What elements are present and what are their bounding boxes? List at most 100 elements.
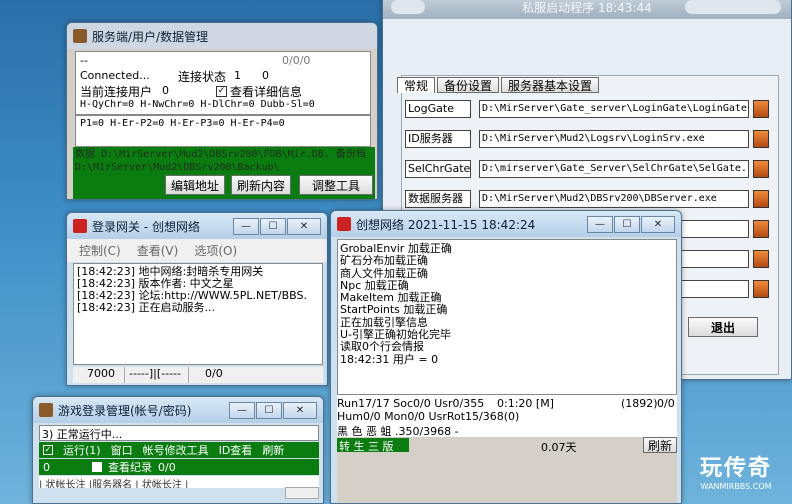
game-refresh-button[interactable]: 刷新 xyxy=(643,437,677,453)
launcher-row-toggle[interactable] xyxy=(753,190,769,208)
stat-run: Run17/17 Soc0/0 Usr0/355 xyxy=(337,397,485,410)
launcher-row-path[interactable]: D:\MirServer\Gate_server\LoginGate\Login… xyxy=(479,100,749,118)
status-count: 0/0 xyxy=(205,367,223,380)
status-bar: -----]|[----- xyxy=(125,367,189,383)
db-stats2: P1=0 H-Er-P2=0 H-Er-P3=0 H-Er-P4=0 xyxy=(75,115,371,147)
stat-version: 转 生 三 版 xyxy=(337,438,409,453)
watermark: 玩传奇 WANMIRBBS.COM xyxy=(686,450,786,500)
login-gate-status: 7000 -----]|[----- 0/0 xyxy=(73,367,323,383)
launcher-row-label: 数据服务器 xyxy=(405,190,471,208)
account-status: 3) 正常运行中... xyxy=(39,425,319,441)
login-gate-title: 登录网关 - 创想网络 xyxy=(92,219,200,234)
launcher-ctrl-right[interactable] xyxy=(685,0,781,14)
maximize-button[interactable]: ☐ xyxy=(260,217,286,235)
app-icon xyxy=(73,219,87,233)
db-status-panel: -- 0/0/0 Connected... 连接状态 1 0 当前连接用户 0 … xyxy=(75,51,371,115)
stat-ratio: 0/0 xyxy=(657,397,675,410)
launcher-row-label: SelChrGate xyxy=(405,160,471,178)
launcher-row-toggle[interactable] xyxy=(753,250,769,268)
record-value: 0/0 xyxy=(158,460,176,474)
watermark-title: 玩传奇 xyxy=(699,456,772,481)
game-stats-fill xyxy=(337,453,677,503)
launcher-row-toggle[interactable] xyxy=(753,130,769,148)
account-table-header: | 状帐长注 |服务器名 | 状帐长注 | xyxy=(39,476,319,488)
edit-address-button[interactable]: 编辑地址 xyxy=(165,175,225,195)
exit-button[interactable]: 退出 xyxy=(688,317,758,337)
launcher-row-label: LogGate xyxy=(405,100,471,118)
launcher-row-toggle[interactable] xyxy=(753,100,769,118)
run-checkbox[interactable]: ✓ xyxy=(43,445,53,455)
record-label: 查看纪录 xyxy=(108,461,152,474)
launcher-row: ID服务器 D:\MirServer\Mud2\Logsrv\LoginSrv.e… xyxy=(403,127,775,151)
app-icon xyxy=(337,217,351,231)
login-gate-titlebar[interactable]: 登录网关 - 创想网络 — ☐ ✕ xyxy=(67,213,327,239)
tab-server-basic[interactable]: 服务器基本设置 xyxy=(501,77,600,93)
window-menu[interactable]: 窗口 xyxy=(111,442,133,458)
adjust-tool-button[interactable]: 调整工具 xyxy=(299,175,373,195)
run-label[interactable]: 运行(1) xyxy=(63,442,101,458)
account-toolbar: ✓ 运行(1) 窗口 帐号修改工具 ID查看 刷新 xyxy=(39,442,319,458)
minimize-button[interactable]: — xyxy=(587,215,613,233)
launcher-row: 数据服务器 D:\MirServer\Mud2\DBSrv200\DBServer… xyxy=(403,187,775,211)
launcher-titlebar[interactable]: 私服启动程序 18:43:44 xyxy=(383,0,791,19)
launcher-row-toggle[interactable] xyxy=(753,220,769,238)
db-connected: Connected... xyxy=(80,69,150,82)
launcher-row-path[interactable]: D:\MirServer\Mud2\DBSrv200\DBServer.exe xyxy=(479,190,749,208)
game-log-line: 矿石分布加载正确 xyxy=(340,254,428,268)
game-log-line: 读取0个行会情报 xyxy=(340,340,424,354)
account-row: 0 查看纪录 0/0 xyxy=(39,459,319,475)
status-port: 7000 xyxy=(73,367,125,383)
close-button[interactable]: ✕ xyxy=(287,217,321,235)
record-checkbox[interactable] xyxy=(92,462,102,472)
account-scrollbar[interactable] xyxy=(285,487,319,499)
launcher-tabs: 常规 备份设置 服务器基本设置 xyxy=(397,77,600,93)
account-tool-menu[interactable]: 帐号修改工具 xyxy=(143,442,209,458)
game-stats: Run17/17 Soc0/0 Usr0/355 0:1:20 [M] (189… xyxy=(337,395,677,503)
menu-options[interactable]: 选项(O) xyxy=(194,242,237,259)
db-titlebar[interactable]: 服务端/用户/数据管理 xyxy=(67,23,377,49)
conn-state-a: 1 xyxy=(234,69,241,82)
launcher-row: LogGate D:\MirServer\Gate_server\LoginGat… xyxy=(403,97,775,121)
login-gate-menu: 控制(C) 查看(V) 选项(O) xyxy=(67,239,327,262)
tab-backup[interactable]: 备份设置 xyxy=(437,77,500,93)
maximize-button[interactable]: ☐ xyxy=(614,215,640,233)
db-green-text: 数据 D:\MirServer\Mud2\DBSrv200\FDB\Mir.DB… xyxy=(75,149,366,173)
login-gate-window: 登录网关 - 创想网络 — ☐ ✕ 控制(C) 查看(V) 选项(O) [18:42… xyxy=(66,212,328,386)
launcher-row-path[interactable]: D:\mirserver\Gate_Server\SelChrGate\SelG… xyxy=(479,160,749,178)
app-icon xyxy=(39,403,53,417)
watermark-subtitle: WANMIRBBS.COM xyxy=(700,482,772,491)
maximize-button[interactable]: ☐ xyxy=(256,401,282,419)
menu-control[interactable]: 控制(C) xyxy=(79,242,121,259)
minimize-button[interactable]: — xyxy=(229,401,255,419)
conn-state-b: 0 xyxy=(262,69,269,82)
detail-checkbox[interactable]: ✓ xyxy=(216,86,227,97)
db-dash: -- xyxy=(80,54,88,67)
launcher-row-path[interactable]: D:\MirServer\Mud2\Logsrv\LoginSrv.exe xyxy=(479,130,749,148)
db-green-panel: 数据 D:\MirServer\Mud2\DBSrv200\FDB\Mir.DB… xyxy=(73,147,375,199)
launcher-row-toggle[interactable] xyxy=(753,160,769,178)
game-log-line: 18:42:31 用户 = 0 xyxy=(340,352,439,366)
launcher-row: SelChrGate D:\mirserver\Gate_Server\SelCh… xyxy=(403,157,775,181)
refresh-content-button[interactable]: 刷新内容 xyxy=(231,175,291,195)
account-titlebar[interactable]: 游戏登录管理(帐号/密码) — ☐ ✕ xyxy=(33,397,323,423)
close-button[interactable]: ✕ xyxy=(283,401,317,419)
minimize-button[interactable]: — xyxy=(233,217,259,235)
db-stats1: H-QyChr=0 H-NwChr=0 H-DlChr=0 Dubb-Sl=0 xyxy=(80,99,315,110)
app-icon xyxy=(73,29,87,43)
login-gate-log: [18:42:23] 地中网络:封暗杀专用网关 [18:42:23] 版本作者:… xyxy=(73,263,323,365)
refresh-menu[interactable]: 刷新 xyxy=(262,442,284,458)
stat-hum: Hum0/0 Mon0/0 UsrRot15/368(0) xyxy=(337,410,520,423)
game-log-line: StartPoints 加载正确 xyxy=(340,303,448,317)
tab-general[interactable]: 常规 xyxy=(397,77,436,93)
game-log: GrobalEnvir 加载正确 矿石分布加载正确 商人文件加载正确 Npc 加载正确… xyxy=(337,239,677,395)
launcher-row-toggle[interactable] xyxy=(753,280,769,298)
log-line: [18:42:23] 正在启动服务... xyxy=(77,301,215,314)
stat-bar: 转 生 三 版 0.07天 刷新 xyxy=(337,437,677,454)
menu-view[interactable]: 查看(V) xyxy=(137,242,179,259)
account-window: 游戏登录管理(帐号/密码) — ☐ ✕ 3) 正常运行中... ✓ 运行(1) 窗口… xyxy=(32,396,324,504)
id-view-menu[interactable]: ID查看 xyxy=(219,442,253,458)
account-title: 游戏登录管理(帐号/密码) xyxy=(58,403,192,418)
close-button[interactable]: ✕ xyxy=(641,215,675,233)
game-titlebar[interactable]: 创想网络 2021-11-15 18:42:24 — ☐ ✕ xyxy=(331,211,681,237)
game-server-window: 创想网络 2021-11-15 18:42:24 — ☐ ✕ GrobalEnvir… xyxy=(330,210,682,504)
